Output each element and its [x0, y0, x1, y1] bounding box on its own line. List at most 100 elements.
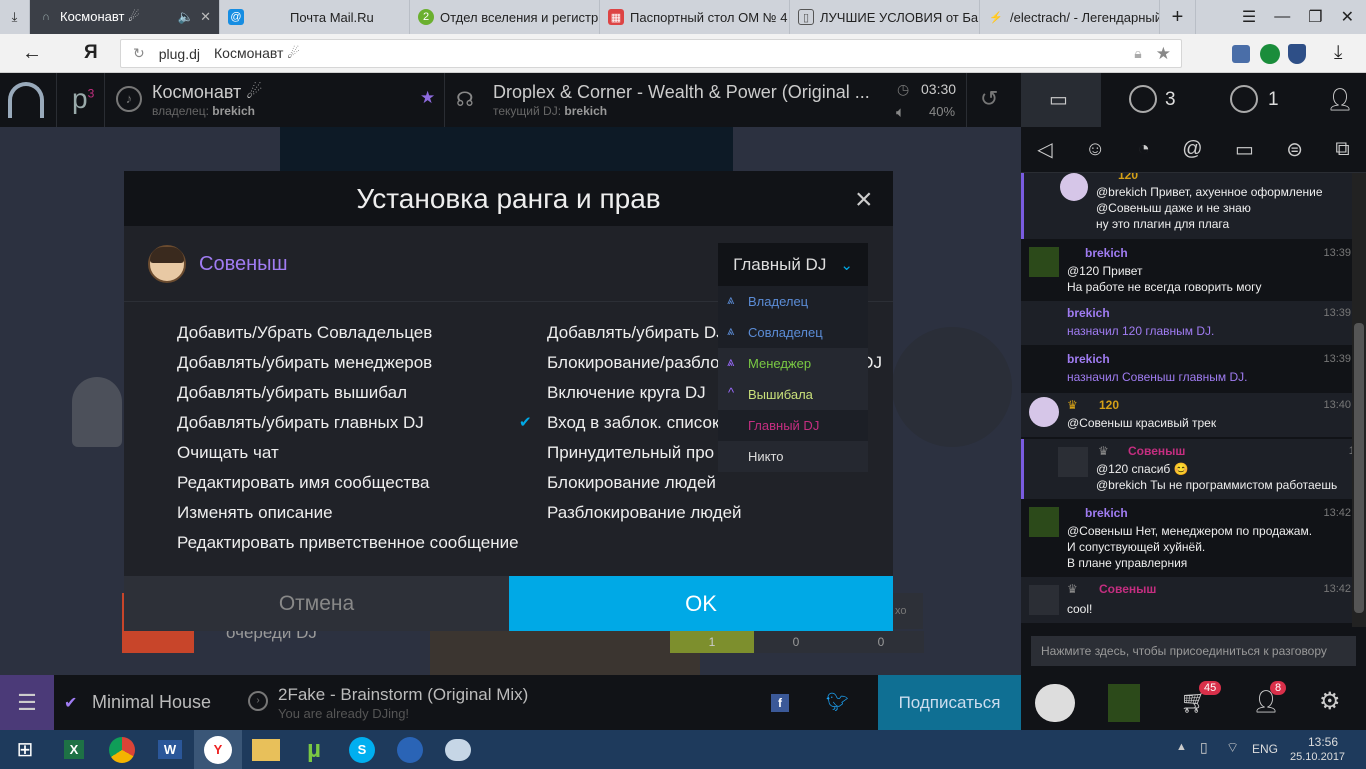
plug-logo-icon[interactable]: [8, 82, 44, 118]
perm-left-7[interactable]: Изменять описание: [177, 503, 333, 523]
cancel-button[interactable]: Отмена: [124, 576, 509, 631]
chat-scrollbar[interactable]: [1352, 173, 1366, 627]
yandex-browser-icon[interactable]: Y: [194, 730, 242, 769]
menu-icon[interactable]: ☰: [1242, 7, 1256, 27]
rank-option-none[interactable]: Никто: [718, 441, 868, 472]
perm-left-2[interactable]: Добавлять/убирать менеджеров: [177, 353, 432, 373]
windows-start-icon[interactable]: ⊞: [0, 730, 50, 769]
chat-input[interactable]: Нажмите здесь, чтобы присоединиться к ра…: [1031, 636, 1356, 666]
p3-icon[interactable]: p3: [72, 83, 94, 115]
clear-chat-icon[interactable]: ⊜: [1286, 137, 1303, 162]
tab-electrach[interactable]: ⚡ /electrach/ - Легендарный: [980, 0, 1160, 34]
perm-left-1[interactable]: Добавить/Убрать Совладельцев: [177, 323, 432, 343]
subscribe-button[interactable]: Подписаться: [878, 675, 1021, 730]
extension-icon[interactable]: [1232, 45, 1250, 63]
download-icon[interactable]: ⤓: [1334, 42, 1342, 64]
minimize-icon[interactable]: —: [1274, 8, 1290, 26]
chat-username[interactable]: brekich: [1067, 351, 1110, 367]
url-field[interactable]: ↻ plug.dj Космонавт ☄ 🔒︎ ★: [120, 39, 1182, 68]
friends-icon[interactable]: 👤︎: [1326, 87, 1354, 113]
chat-username[interactable]: Совеныш: [1099, 581, 1156, 597]
tab-active[interactable]: ∩ Космонавт ☄ 🔈 ✕: [30, 0, 220, 34]
sound-icon[interactable]: ◁: [1037, 137, 1052, 162]
word-icon[interactable]: W: [146, 730, 194, 769]
emoji-icon[interactable]: ☺: [1085, 138, 1105, 161]
rank-option-resident-dj[interactable]: Главный DJ: [718, 410, 868, 441]
rank-option-bouncer[interactable]: ^ Вышибала: [718, 379, 868, 410]
shield-icon[interactable]: [1288, 44, 1306, 64]
perm-right-3[interactable]: Включение круга DJ: [547, 383, 706, 403]
chat-username[interactable]: Совеныш: [1128, 443, 1185, 459]
rank-option-owner[interactable]: ⩓ Владелец: [718, 286, 868, 317]
network-icon[interactable]: ⌔: [1226, 739, 1239, 757]
close-icon[interactable]: ×: [855, 183, 873, 217]
chrome-icon[interactable]: [98, 730, 146, 769]
woot-count[interactable]: 1: [670, 631, 754, 653]
facebook-icon[interactable]: f: [771, 694, 789, 712]
tab-bank[interactable]: ▯ ЛУЧШИЕ УСЛОВИЯ от Бан: [790, 0, 980, 34]
bear-avatar-icon[interactable]: [1035, 684, 1075, 722]
favorite-star-icon[interactable]: ★: [420, 88, 435, 108]
owner-name[interactable]: brekich: [212, 104, 255, 118]
community-name[interactable]: Космонавт ☄: [152, 82, 262, 103]
close-window-icon[interactable]: ✕: [1341, 7, 1354, 27]
history-icon[interactable]: ↺: [980, 86, 998, 112]
current-dj-name[interactable]: brekich: [564, 104, 607, 118]
perm-left-5[interactable]: Очищать чат: [177, 443, 279, 463]
language-indicator[interactable]: ENG: [1252, 742, 1278, 756]
perm-left-4[interactable]: Добавлять/убирать главных DJ: [177, 413, 424, 433]
volume-icon[interactable]: 🔈︎: [896, 104, 905, 121]
chat-username[interactable]: brekich: [1085, 505, 1128, 521]
grab-count[interactable]: 0: [754, 631, 838, 653]
playlist-name[interactable]: Minimal House: [92, 692, 211, 713]
extension-green-icon[interactable]: [1260, 44, 1280, 64]
tab-audience[interactable]: 3: [1101, 73, 1206, 127]
twitter-icon[interactable]: 🐦︎: [826, 692, 849, 713]
perm-left-3[interactable]: Добавлять/убирать вышибал: [177, 383, 407, 403]
tab-mail[interactable]: @ Почта Mail.Ru: [220, 0, 410, 34]
excel-icon[interactable]: X: [50, 730, 98, 769]
video-icon[interactable]: ▭: [1235, 137, 1254, 162]
back-arrow-icon[interactable]: ←: [22, 42, 42, 65]
tab-waitlist[interactable]: 1: [1206, 73, 1311, 127]
rank-option-manager[interactable]: ⩓ Менеджер: [718, 348, 868, 379]
playlist-menu-icon[interactable]: ☰: [0, 675, 54, 730]
paint-icon[interactable]: [434, 730, 482, 769]
refresh-icon[interactable]: ↻: [133, 45, 145, 62]
thunderbird-icon[interactable]: [386, 730, 434, 769]
mute-icon[interactable]: 🔈: [178, 9, 194, 25]
downloads-icon[interactable]: ⤓: [0, 0, 30, 34]
perm-right-5[interactable]: Принудительный про: [547, 443, 714, 463]
new-tab-button[interactable]: +: [1160, 0, 1196, 34]
mention-icon[interactable]: @: [1182, 138, 1202, 161]
skype-icon[interactable]: S: [338, 730, 386, 769]
tab-registration[interactable]: 2 Отдел вселения и регистр: [410, 0, 600, 34]
ok-button[interactable]: OK: [509, 576, 893, 631]
rank-select[interactable]: Главный DJ ⌄: [718, 243, 868, 286]
chat-username[interactable]: brekich: [1085, 245, 1128, 261]
bookmark-star-icon[interactable]: ★: [1156, 44, 1181, 64]
chat-username[interactable]: 120: [1118, 173, 1138, 183]
perm-left-6[interactable]: Редактировать имя сообщества: [177, 473, 429, 493]
yandex-icon[interactable]: Я: [84, 42, 98, 64]
perm-left-8[interactable]: Редактировать приветственное сообщение: [177, 533, 519, 553]
chat-username[interactable]: 120: [1099, 397, 1119, 413]
tray-up-icon[interactable]: ▲: [1176, 741, 1187, 753]
tab-chat[interactable]: ▭: [1021, 73, 1101, 127]
utorrent-icon[interactable]: µ: [290, 730, 338, 769]
perm-right-7[interactable]: Разблокирование людей: [547, 503, 742, 523]
settings-gear-icon[interactable]: ⚙: [1319, 687, 1341, 716]
tab-passport[interactable]: ▦ Паспортный стол ОМ № 4: [600, 0, 790, 34]
restore-icon[interactable]: ❐: [1308, 7, 1322, 27]
perm-right-6[interactable]: Блокирование людей: [547, 473, 716, 493]
user-avatar[interactable]: [1108, 684, 1140, 722]
close-tab-icon[interactable]: ✕: [200, 9, 211, 25]
chat-username[interactable]: brekich: [1067, 305, 1110, 321]
explorer-icon[interactable]: [242, 730, 290, 769]
perm-right-2[interactable]: Блокирование/разбло: [547, 353, 720, 373]
battery-icon[interactable]: ▯: [1200, 739, 1208, 756]
perm-right-1[interactable]: Добавлять/убирать DJ: [547, 323, 725, 343]
popout-icon[interactable]: ⧉: [1335, 138, 1349, 161]
rank-option-coowner[interactable]: ⩓ Совладелец: [718, 317, 868, 348]
meh-count[interactable]: 0: [838, 631, 924, 653]
